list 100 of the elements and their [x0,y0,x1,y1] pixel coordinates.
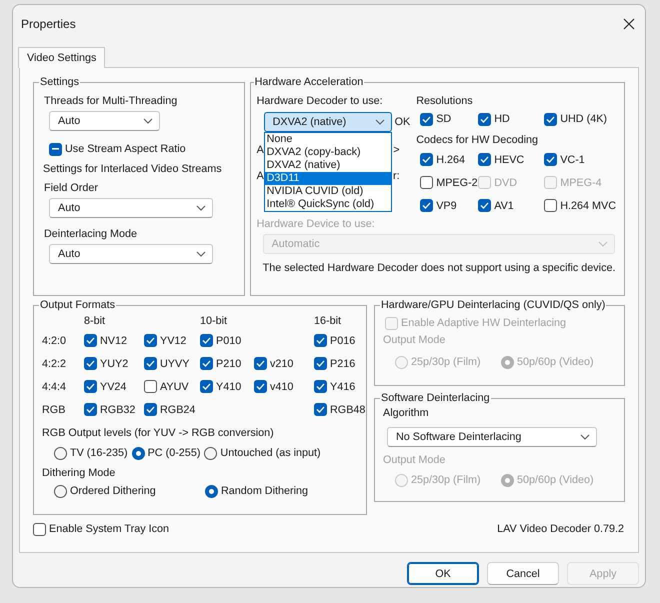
radio-label: 50p/60p (Video) [517,356,594,368]
section-label: Codecs for HW Decoding [416,133,538,148]
checkmark-icon [316,383,325,390]
checkmark-icon [146,360,155,367]
checkmark-icon [202,337,211,344]
dropdown[interactable]: Auto [49,111,160,131]
checkbox-label: Y416 [330,380,356,392]
dialog-button[interactable]: OK [407,562,479,585]
chevron-down-icon [580,434,590,440]
dropdown[interactable]: DXVA2 (native) [264,112,392,132]
radio-label: TV (16-235) [70,447,128,459]
radio-label: PC (0-255) [148,447,200,459]
radio-button[interactable] [54,446,67,460]
dropdown-option[interactable]: Intel® QuickSync (old) [264,198,391,211]
field-label: Threads for Multi-Threading [44,94,178,109]
checkbox[interactable] [84,357,97,370]
checkbox[interactable] [314,357,327,370]
tab[interactable]: Video Settings [18,47,106,68]
radio-button[interactable] [205,484,218,498]
checkmark-icon [202,360,211,367]
checkbox[interactable] [200,357,213,370]
dropdown-option[interactable]: DXVA2 (copy-back) [264,146,391,159]
checkbox-label: P210 [216,358,242,370]
checkbox[interactable] [33,522,46,536]
checkbox[interactable] [144,403,157,416]
dropdown-option[interactable]: None [264,133,391,146]
checkbox[interactable] [200,380,213,393]
checkbox[interactable] [420,153,434,166]
checkbox-label: YV12 [160,334,186,346]
checkmark-icon [86,337,95,344]
field-label: Algorithm [383,406,430,421]
checkbox-label: VC-1 [560,154,585,166]
radio-button[interactable] [132,446,145,460]
checkmark-icon [546,116,556,122]
checkbox-label: UHD (4K) [560,113,607,125]
close-icon[interactable] [621,16,637,32]
checkbox[interactable] [84,334,97,347]
radio-label: Untouched (as input) [220,447,321,459]
group-title: Software Deinterlacing [380,392,491,404]
checkbox[interactable] [478,199,492,212]
checkbox[interactable] [314,403,327,416]
checkmark-icon [146,337,155,344]
checkbox[interactable] [200,334,213,347]
checkbox[interactable] [478,112,492,126]
column-header: 16-bit [314,315,342,327]
checkbox-label: Enable Adaptive HW Deinterlacing [401,317,566,329]
dropdown[interactable]: Auto [49,244,213,264]
field-label: Deinterlacing Mode [44,227,138,242]
field-label: Hardware Decoder to use: [256,94,383,109]
chevron-down-icon [374,119,385,125]
checkmark-icon [546,156,556,163]
checkbox[interactable] [420,176,434,189]
checkbox[interactable] [420,112,434,126]
checkmark-icon [202,383,211,390]
checkbox[interactable] [49,142,62,156]
radio-button[interactable] [54,484,67,498]
checkmark-icon [86,360,95,367]
checkmark-icon [422,116,432,122]
checkbox[interactable] [144,334,157,347]
dropdown[interactable]: No Software Deinterlacing [387,427,597,447]
checkbox-label: UYVY [160,358,190,370]
dropdown-option[interactable]: NVIDIA CUVID (old) [264,185,391,198]
checkbox[interactable] [314,380,327,393]
checkbox[interactable] [144,380,157,393]
checkbox[interactable] [544,153,558,166]
radio-button[interactable] [204,446,218,460]
group-title: Output Formats [39,299,116,311]
checkmark-icon [422,156,432,163]
checkbox[interactable] [420,199,434,212]
checkbox-label: DVD [494,176,517,188]
checkbox-label: RGB48 [330,404,366,416]
checkbox-label: RGB32 [100,404,136,416]
checkbox[interactable] [254,380,267,393]
checkbox-label: P016 [330,334,356,346]
checkbox[interactable] [544,112,558,126]
info-text: The selected Hardware Decoder does not support using a specific device. [262,261,616,276]
dropdown[interactable]: Auto [49,198,213,218]
checkmark-icon [256,360,265,367]
checkbox[interactable] [84,380,97,393]
checkbox[interactable] [314,334,327,347]
checkbox[interactable] [254,357,267,370]
checkmark-icon [146,406,155,413]
dialog-button[interactable]: Cancel [487,562,559,585]
row-label: 4:4:4 [42,380,68,392]
checkbox[interactable] [544,199,558,212]
checkbox-label: H.264 MVC [560,200,616,212]
checkbox[interactable] [144,357,157,370]
radio-label: 25p/30p (Film) [411,356,481,368]
dropdown-option[interactable]: DXVA2 (native) [264,159,391,172]
column-header: 10-bit [200,315,228,327]
checkbox-label: Use Stream Aspect Ratio [65,143,186,155]
radio-button[interactable] [501,474,514,486]
row-label: 4:2:2 [42,358,68,370]
checkbox[interactable] [84,403,97,416]
checkbox-label: YUY2 [100,358,128,370]
checkbox-label: P010 [216,334,242,346]
dropdown-option[interactable]: D3D11 [264,172,391,185]
checkbox[interactable] [478,153,492,166]
radio-label: 50p/60p (Video) [517,474,594,486]
checkbox-label: P216 [330,358,356,370]
